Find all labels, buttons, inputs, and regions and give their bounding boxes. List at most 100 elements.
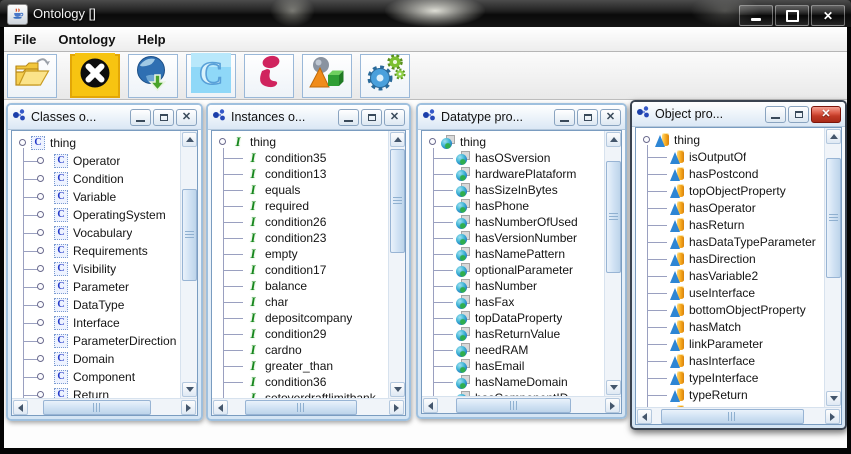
tree-row-root[interactable]: thing [422,134,604,150]
frame-close-button[interactable]: ✕ [384,108,405,126]
internal-frame-instances[interactable]: Instances o... ✕ Ithing Icondition35 Icondit… [206,103,411,421]
tree-row[interactable]: hasPhone [422,198,604,214]
internal-frame-titlebar[interactable]: Datatype pro... ✕ [418,105,625,130]
expand-handle-icon[interactable] [37,265,44,272]
expand-handle-icon[interactable] [429,138,436,145]
scroll-right-button[interactable] [181,400,196,415]
shapes-tool-button[interactable] [302,53,352,98]
tree-row[interactable]: Isetoverdraftlimitbank [212,390,388,398]
tree-row[interactable]: Iequals [212,182,388,198]
tree-row[interactable]: hasPostcond [636,165,824,182]
open-ontology-button[interactable] [7,53,57,98]
vertical-scroll-thumb[interactable] [606,161,621,273]
internal-frame-datatype[interactable]: Datatype pro... ✕ thing hasOSversion hardwar… [416,103,627,419]
download-ontology-button[interactable] [128,53,178,98]
scroll-down-button[interactable] [182,382,197,397]
internal-frame-titlebar[interactable]: Object pro... ✕ [632,102,845,127]
horizontal-scrollbar[interactable] [636,407,841,424]
scroll-down-button[interactable] [826,391,841,406]
tree-row[interactable]: C Condition [12,170,180,188]
horizontal-scrollbar[interactable] [212,398,405,415]
tree-row[interactable]: bottomObjectProperty [636,301,824,318]
tree-row[interactable]: typeInterface [636,369,824,386]
menu-file[interactable]: File [14,32,36,47]
tree-row[interactable]: hasReturnValue [422,326,604,342]
classes-tool-button[interactable]: C [186,53,236,98]
internal-frame-object[interactable]: Object pro... ✕ thing isOutputOf hasPostcond… [630,100,847,430]
tree-row[interactable]: C ParameterDirection [12,332,180,350]
expand-handle-icon[interactable] [37,247,44,254]
frame-close-button[interactable]: ✕ [176,108,197,126]
tree-row-root[interactable]: Ithing [212,134,388,150]
instances-tool-button[interactable] [244,53,294,98]
tree-row[interactable]: linkParameter [636,335,824,352]
tree-row[interactable]: C Visibility [12,260,180,278]
tree-row[interactable]: topDataProperty [422,310,604,326]
tree-row[interactable]: optionalParameter [422,262,604,278]
tree-row[interactable]: hasEmail [422,358,604,374]
horizontal-scroll-thumb[interactable] [43,400,151,415]
expand-handle-icon[interactable] [37,391,44,398]
horizontal-scrollbar[interactable] [422,396,621,413]
tree-row[interactable]: hasInterface [636,352,824,369]
tree-row[interactable]: C Operator [12,152,180,170]
window-minimize-button[interactable] [739,5,773,26]
frame-minimize-button[interactable] [338,108,359,126]
vertical-scrollbar[interactable] [180,131,197,398]
tree-row[interactable]: C Component [12,368,180,386]
internal-frame-titlebar[interactable]: Instances o... ✕ [208,105,409,130]
tree-row[interactable]: hasVersionNumber [422,230,604,246]
tree-row[interactable]: C Parameter [12,278,180,296]
frame-maximize-button[interactable] [788,105,809,123]
tree-row[interactable]: Icondition13 [212,166,388,182]
tree-row[interactable]: C DataType [12,296,180,314]
internal-frame-classes[interactable]: Classes o... ✕ Cthing C Operator C Condition C V… [6,103,203,421]
tree-row[interactable]: hasReturn [636,216,824,233]
tree-row[interactable]: Ichar [212,294,388,310]
expand-handle-icon[interactable] [37,175,44,182]
tree-row[interactable]: Icondition23 [212,230,388,246]
scroll-left-button[interactable] [13,400,28,415]
scroll-right-button[interactable] [825,409,840,424]
frame-maximize-button[interactable] [153,108,174,126]
frame-close-button[interactable]: ✕ [811,105,841,123]
tree-row[interactable]: C Return [12,386,180,398]
scroll-up-button[interactable] [390,132,405,147]
tree-row[interactable]: isOutputOf [636,148,824,165]
menu-help[interactable]: Help [137,32,165,47]
frame-maximize-button[interactable] [361,108,382,126]
expand-handle-icon[interactable] [37,283,44,290]
tree-row[interactable]: topObjectProperty [636,182,824,199]
frame-minimize-button[interactable] [554,108,575,126]
scroll-right-button[interactable] [389,400,404,415]
tree-row[interactable]: Irequired [212,198,388,214]
tree-row[interactable]: C OperatingSystem [12,206,180,224]
tree-row[interactable]: hasOperator [636,199,824,216]
expand-handle-icon[interactable] [37,355,44,362]
tree-row[interactable]: typeReturn [636,386,824,403]
expand-handle-icon[interactable] [37,319,44,326]
tree-row[interactable]: hasSizeInBytes [422,182,604,198]
tree-row[interactable]: useInterface [636,284,824,301]
vertical-scroll-thumb[interactable] [826,158,841,278]
expand-handle-icon[interactable] [219,138,226,145]
tree-row[interactable]: Icondition26 [212,214,388,230]
scroll-left-button[interactable] [423,398,438,413]
vertical-scrollbar[interactable] [388,131,405,398]
expand-handle-icon[interactable] [643,135,650,143]
scroll-left-button[interactable] [213,400,228,415]
tree-row[interactable]: Igreater_than [212,358,388,374]
scroll-up-button[interactable] [826,129,841,144]
horizontal-scroll-thumb[interactable] [455,398,572,413]
horizontal-scroll-thumb[interactable] [244,400,357,415]
expand-handle-icon[interactable] [37,373,44,380]
expand-handle-icon[interactable] [19,139,26,146]
tree-row[interactable]: Icondition36 [212,374,388,390]
tree-row[interactable]: Iempty [212,246,388,262]
tree-row[interactable]: Ibalance [212,278,388,294]
close-ontology-button[interactable] [70,53,120,98]
window-maximize-button[interactable] [775,5,809,26]
tree-row[interactable]: Icondition35 [212,150,388,166]
frame-minimize-button[interactable] [765,105,786,123]
expand-handle-icon[interactable] [37,157,44,164]
